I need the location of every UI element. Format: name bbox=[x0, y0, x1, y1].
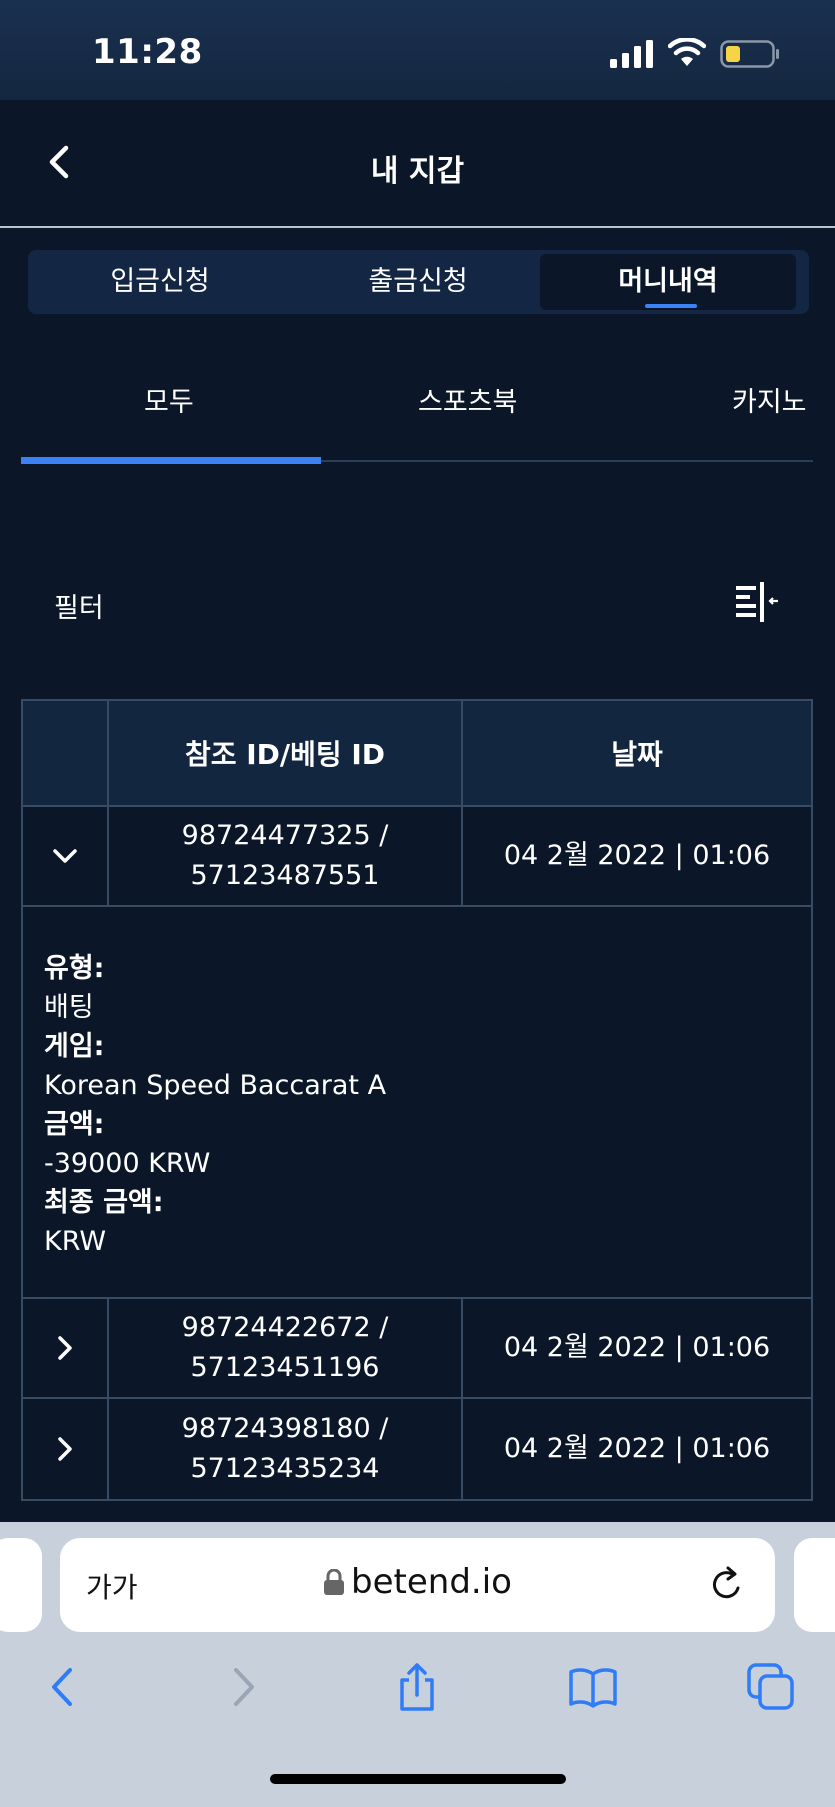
browser-back-icon[interactable] bbox=[38, 1662, 88, 1712]
next-tab-preview[interactable] bbox=[794, 1538, 835, 1632]
detail-amount-label: 금액: bbox=[44, 1109, 105, 1140]
row-date: 04 2월 2022 | 01:06 bbox=[503, 840, 771, 871]
tab-withdraw[interactable]: 출금신청 bbox=[290, 254, 546, 310]
app-header: 내 지갑 bbox=[0, 100, 835, 228]
subtab-active-indicator bbox=[21, 457, 321, 464]
row-date: 04 2월 2022 | 01:06 bbox=[503, 1332, 771, 1363]
address-bar[interactable]: 가가 betend.io bbox=[60, 1538, 775, 1632]
main-tabs: 입금신청 출금신청 머니내역 bbox=[28, 250, 809, 314]
chevron-right-icon bbox=[58, 1437, 72, 1461]
row-date: 04 2월 2022 | 01:06 bbox=[503, 1433, 771, 1464]
table-header: 참조 ID/베팅 ID 날짜 bbox=[23, 701, 811, 807]
row-ref-id: 98724398180 / 57123435234 bbox=[109, 1399, 463, 1499]
home-indicator bbox=[270, 1774, 566, 1784]
tab-money-history[interactable]: 머니내역 bbox=[540, 254, 796, 310]
row-ref-id-text: 98724422672 / 57123451196 bbox=[181, 1312, 389, 1383]
row-toggle-cell[interactable] bbox=[23, 807, 109, 905]
detail-game-label: 게임: bbox=[44, 1031, 105, 1062]
subtab-all[interactable]: 모두 bbox=[144, 380, 194, 419]
row-ref-id-text: 98724398180 / 57123435234 bbox=[181, 1413, 389, 1484]
filter-toggle-icon[interactable] bbox=[734, 580, 782, 624]
expand-toggle[interactable] bbox=[23, 1299, 107, 1397]
expand-toggle[interactable] bbox=[23, 1399, 107, 1499]
table-row[interactable]: 98724422672 / 57123451196 04 2월 2022 | 0… bbox=[23, 1299, 811, 1399]
sub-tabs: 모두 스포츠북 카지노 bbox=[0, 360, 835, 464]
status-time: 11:28 bbox=[92, 32, 203, 72]
detail-final-value: KRW bbox=[44, 1226, 107, 1257]
active-tab-indicator bbox=[645, 304, 697, 308]
row-ref-id: 98724477325 / 57123487551 bbox=[109, 807, 463, 905]
detail-type-label: 유형: bbox=[44, 953, 105, 984]
browser-toolbar: 가가 betend.io bbox=[0, 1522, 835, 1807]
chevron-right-icon bbox=[58, 1336, 72, 1360]
wifi-icon bbox=[668, 38, 706, 66]
collapse-toggle[interactable] bbox=[23, 807, 107, 905]
browser-forward-icon[interactable] bbox=[218, 1662, 268, 1712]
row-toggle-cell[interactable] bbox=[23, 1299, 109, 1397]
page-title: 내 지갑 bbox=[370, 154, 465, 189]
row-ref-id: 98724422672 / 57123451196 bbox=[109, 1299, 463, 1397]
row-toggle-cell[interactable] bbox=[23, 1399, 109, 1499]
transactions-table: 참조 ID/베팅 ID 날짜 98724477325 / 57123487551… bbox=[21, 699, 813, 1501]
filter-label: 필터 bbox=[54, 593, 104, 624]
row-details: 유형: 배팅 게임: Korean Speed Baccarat A 금액: -… bbox=[23, 907, 811, 1299]
header-toggle-col bbox=[23, 701, 109, 805]
previous-tab-preview[interactable] bbox=[0, 1538, 42, 1632]
detail-game-value: Korean Speed Baccarat A bbox=[44, 1070, 387, 1101]
table-row[interactable]: 98724398180 / 57123435234 04 2월 2022 | 0… bbox=[23, 1399, 811, 1499]
bookmarks-icon[interactable] bbox=[568, 1662, 618, 1712]
detail-final-label: 최종 금액: bbox=[44, 1187, 164, 1218]
subtab-casino[interactable]: 카지노 bbox=[732, 380, 807, 419]
tab-money-history-label: 머니내역 bbox=[618, 266, 718, 297]
url-text: betend.io bbox=[351, 1562, 512, 1602]
share-icon[interactable] bbox=[392, 1662, 442, 1712]
header-date: 날짜 bbox=[611, 738, 663, 771]
detail-type-value: 배팅 bbox=[44, 992, 94, 1023]
url-display[interactable]: betend.io bbox=[60, 1562, 775, 1602]
subtab-sportsbook[interactable]: 스포츠북 bbox=[418, 380, 517, 419]
tabs-icon[interactable] bbox=[746, 1662, 796, 1712]
chevron-down-icon bbox=[53, 849, 77, 863]
header-ref-id: 참조 ID/베팅 ID bbox=[109, 701, 463, 805]
reload-icon[interactable] bbox=[708, 1564, 746, 1604]
battery-icon bbox=[720, 40, 779, 68]
lock-icon bbox=[324, 1569, 345, 1595]
table-row[interactable]: 98724477325 / 57123487551 04 2월 2022 | 0… bbox=[23, 807, 811, 907]
row-ref-id-text: 98724477325 / 57123487551 bbox=[181, 820, 389, 891]
detail-amount-value: -39000 KRW bbox=[44, 1148, 211, 1179]
signal-icon bbox=[610, 40, 653, 68]
status-bar: 11:28 bbox=[0, 0, 835, 100]
tab-deposit[interactable]: 입금신청 bbox=[32, 254, 288, 310]
